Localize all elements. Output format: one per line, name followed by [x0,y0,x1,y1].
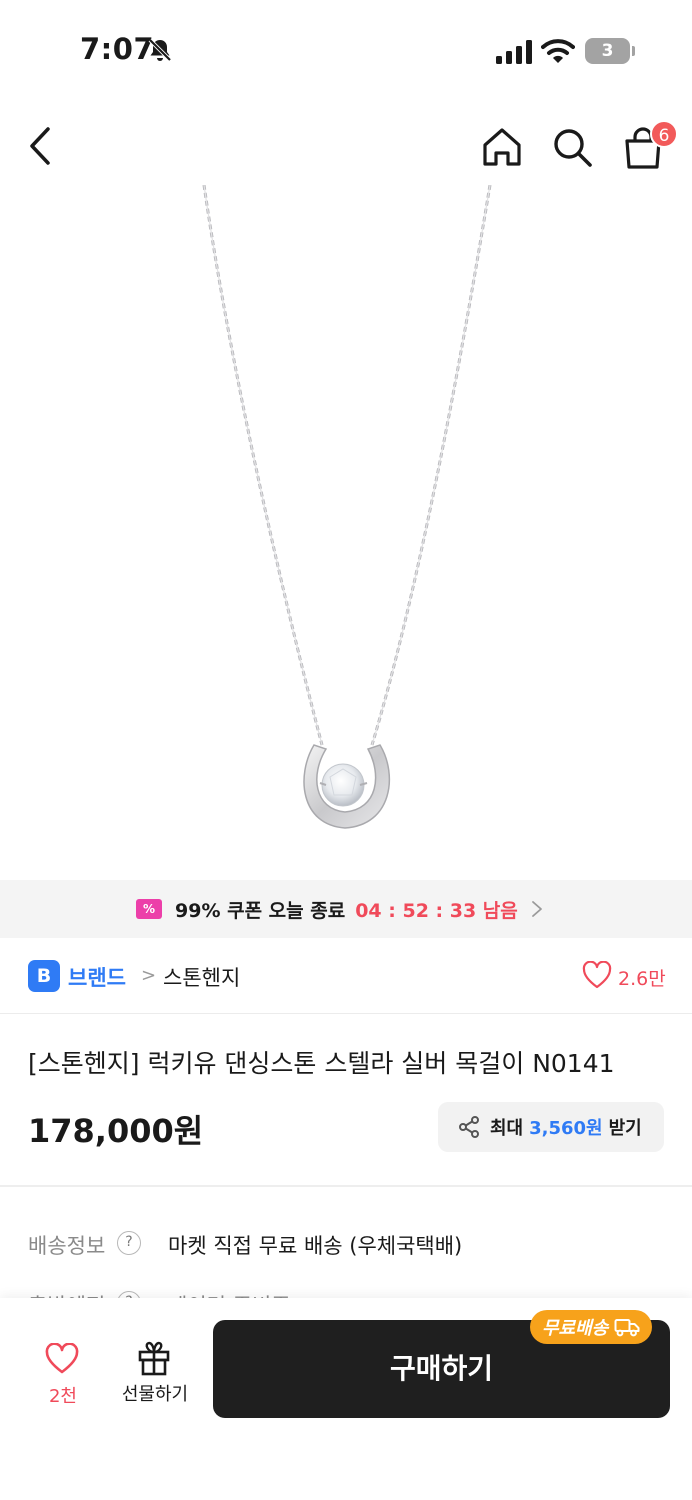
coupon-timer: 04 : 52 : 33 남음 [355,899,518,922]
points-amount: 3,560원 [529,1118,603,1139]
free-shipping-label: 무료배송 [542,1318,609,1339]
chevron-right-icon [531,901,542,917]
wishlist-button[interactable]: 2천 [30,1338,96,1408]
cart-count-badge: 6 [650,120,678,148]
truck-icon [614,1319,640,1337]
wishlist-count: 2천 [48,1386,77,1407]
bell-off-icon [148,38,172,62]
coupon-banner[interactable]: % 99% 쿠폰 오늘 종료 04 : 52 : 33 남음 [0,880,692,938]
status-bar: 7:07 3 [0,0,692,100]
section-divider [0,1185,692,1187]
free-shipping-badge: 무료배송 [530,1310,653,1344]
points-reward-button[interactable]: 최대 3,560원 받기 [438,1102,664,1152]
share-icon [459,1116,479,1138]
product-price: 178,000원 [28,1112,204,1150]
gift-icon [138,1341,170,1376]
coupon-text: 99% 쿠폰 오늘 종료 [175,899,346,922]
breadcrumb-separator: > [141,965,157,986]
brand-link[interactable]: 브랜드 [68,962,126,992]
search-icon[interactable] [550,125,594,169]
points-prefix: 최대 [490,1118,524,1139]
shipping-info-label: 배송정보 [28,1234,106,1258]
points-suffix: 받기 [608,1118,642,1139]
status-time: 7:07 [80,32,155,66]
heart-icon[interactable] [582,961,612,989]
back-arrow-icon[interactable] [24,125,60,167]
coupon-icon: % [136,899,162,919]
top-nav: 6 [0,110,692,185]
battery-indicator: 3 [585,38,635,64]
brand-badge: B [28,960,60,992]
home-icon[interactable] [480,125,524,169]
brand-name-link[interactable]: 스톤헨지 [163,962,240,992]
wifi-icon [541,39,575,63]
shipping-info-value: 마켓 직접 무료 배송 (우체국택배) [168,1234,463,1258]
battery-tip [632,46,635,56]
brand-row: B 브랜드 > 스톤헨지 2.6만 [0,938,692,1014]
gift-button[interactable]: 선물하기 [113,1336,197,1408]
product-title: [스톤헨지] 럭키유 댄싱스톤 스텔라 실버 목걸이 N0141 [28,1049,615,1078]
bottom-action-bar: 2천 선물하기 구매하기 무료배송 [0,1298,692,1500]
signal-icon [496,40,532,64]
gift-label: 선물하기 [121,1384,189,1405]
product-image[interactable] [0,184,692,880]
help-icon[interactable]: ? [117,1231,141,1255]
coupon-banner-content: % 99% 쿠폰 오늘 종료 04 : 52 : 33 남음 [136,895,544,923]
brand-like-count: 2.6만 [618,968,666,990]
heart-icon [45,1343,79,1374]
necklace-image [202,184,492,829]
battery-level: 3 [585,38,630,64]
